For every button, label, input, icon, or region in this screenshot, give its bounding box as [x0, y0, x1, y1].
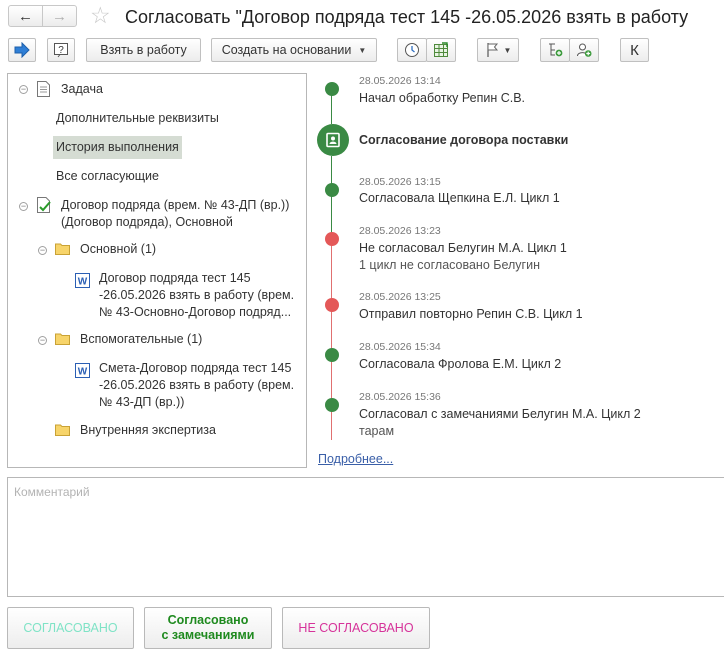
- tree-folder-main[interactable]: Основной (1): [80, 241, 156, 258]
- event-text: Начал обработку Репин С.В.: [359, 91, 526, 105]
- arrow-right-icon: →: [52, 7, 67, 25]
- svg-text:W: W: [78, 277, 88, 288]
- folder-icon: [55, 423, 70, 439]
- tree-item-additional-details[interactable]: Дополнительные реквизиты: [56, 110, 219, 127]
- event-time: 28.05.2026 13:15: [359, 176, 441, 188]
- folder-icon: [55, 332, 70, 348]
- tree-folder-expertise[interactable]: Внутренняя экспертиза: [80, 422, 216, 439]
- more-link[interactable]: Подробнее...: [318, 452, 393, 466]
- tree-item-task[interactable]: Задача: [61, 81, 103, 98]
- word-file-icon: W: [75, 363, 90, 381]
- event-note: 1 цикл не согласовано Белугин: [359, 258, 540, 272]
- help-icon: ?: [54, 43, 68, 58]
- event-time: 28.05.2026 15:36: [359, 391, 441, 403]
- take-to-work-button[interactable]: Взять в работу: [86, 38, 201, 62]
- collapse-toggle[interactable]: −: [19, 202, 28, 211]
- comment-field[interactable]: Комментарий: [7, 477, 724, 597]
- back-button[interactable]: ←: [8, 5, 43, 27]
- tree-item-contract-type: (Договор подряда), Основной: [61, 215, 233, 229]
- task-tree: − Задача Дополнительные реквизиты Истори…: [7, 73, 307, 468]
- chevron-down-icon: ▼: [358, 45, 367, 55]
- approved-with-remarks-line2: с замечаниями: [161, 628, 255, 642]
- tree-item-execution-history[interactable]: История выполнения: [53, 136, 182, 159]
- main-file-line3[interactable]: № 43-Основно-Договор подряд...: [99, 304, 291, 321]
- aux-file-line2[interactable]: -26.05.2026 взять в работу (врем.: [99, 377, 294, 394]
- main-file-line1[interactable]: Договор подряда тест 145: [99, 270, 251, 287]
- svg-text:?: ?: [58, 45, 64, 56]
- tree-item-all-approvers[interactable]: Все согласующие: [56, 168, 159, 185]
- event-text: Согласовала Щепкина Е.Л. Цикл 1: [359, 191, 560, 205]
- event-text: Согласовал с замечаниями Белугин М.А. Ци…: [359, 407, 641, 421]
- star-icon[interactable]: ☆: [90, 2, 111, 28]
- spreadsheet-button[interactable]: [426, 38, 456, 62]
- approved-button[interactable]: СОГЛАСОВАНО: [7, 607, 134, 649]
- window-title: Согласовать "Договор подряда тест 145 -2…: [125, 7, 689, 27]
- go-button[interactable]: [8, 38, 36, 62]
- flag-icon: [486, 43, 498, 57]
- event-time: 28.05.2026 13:14: [359, 75, 441, 87]
- aux-file-line1[interactable]: Смета-Договор подряда тест 145: [99, 360, 291, 377]
- clock-button[interactable]: [397, 38, 427, 62]
- event-text: Не согласовал Белугин М.А. Цикл 1: [359, 241, 567, 255]
- stage-title: Согласование договора поставки: [359, 133, 569, 147]
- approved-with-remarks-button[interactable]: Согласовано с замечаниями: [144, 607, 272, 649]
- event-text: Согласовала Фролова Е.М. Цикл 2: [359, 357, 562, 371]
- arrow-left-icon: ←: [18, 7, 33, 25]
- tree-add-icon: [549, 43, 563, 57]
- user-add-button[interactable]: [569, 38, 599, 62]
- event-time: 28.05.2026 13:25: [359, 291, 441, 303]
- aux-file-line3[interactable]: № 43-ДП (вр.)): [99, 394, 184, 411]
- spreadsheet-icon: [434, 42, 448, 57]
- svg-text:W: W: [78, 367, 88, 378]
- timeline-dot: [325, 298, 339, 312]
- document-check-icon: [37, 197, 51, 217]
- word-file-icon: W: [75, 273, 90, 291]
- tree-folder-aux[interactable]: Вспомогательные (1): [80, 331, 202, 348]
- collapse-toggle[interactable]: −: [38, 336, 47, 345]
- comment-placeholder: Комментарий: [14, 485, 90, 499]
- tree-add-button[interactable]: [540, 38, 570, 62]
- event-time: 28.05.2026 13:23: [359, 225, 441, 237]
- event-note: тарам: [359, 424, 395, 438]
- timeline-dot: [325, 398, 339, 412]
- approval-stage-icon: [317, 124, 349, 156]
- tree-item-contract[interactable]: Договор подряда (врем. № 43-ДП (вр.)): [61, 197, 289, 214]
- timeline-dot: [325, 183, 339, 197]
- flag-button[interactable]: ▼: [477, 38, 519, 62]
- timeline-dot: [325, 82, 339, 96]
- main-file-line2[interactable]: -26.05.2026 взять в работу (врем.: [99, 287, 294, 304]
- user-add-icon: [577, 43, 592, 57]
- folder-icon: [55, 242, 70, 258]
- document-icon: [37, 81, 50, 100]
- create-based-on-button[interactable]: Создать на основании ▼: [211, 38, 377, 62]
- font-button[interactable]: К: [620, 38, 649, 62]
- timeline-line: [331, 156, 332, 240]
- not-approved-button[interactable]: НЕ СОГЛАСОВАНО: [282, 607, 430, 649]
- approved-with-remarks-line1: Согласовано: [167, 613, 249, 627]
- forward-button[interactable]: →: [42, 5, 77, 27]
- collapse-toggle[interactable]: −: [19, 85, 28, 94]
- help-button[interactable]: ?: [47, 38, 75, 62]
- event-text: Отправил повторно Репин С.В. Цикл 1: [359, 307, 583, 321]
- chevron-down-icon: ▼: [503, 45, 512, 55]
- clock-icon: [405, 43, 419, 57]
- timeline-dot: [325, 348, 339, 362]
- event-time: 28.05.2026 15:34: [359, 341, 441, 353]
- create-based-on-label: Создать на основании: [221, 43, 352, 57]
- timeline-dot: [325, 232, 339, 246]
- collapse-toggle[interactable]: −: [38, 246, 47, 255]
- go-arrow-icon: [14, 42, 30, 58]
